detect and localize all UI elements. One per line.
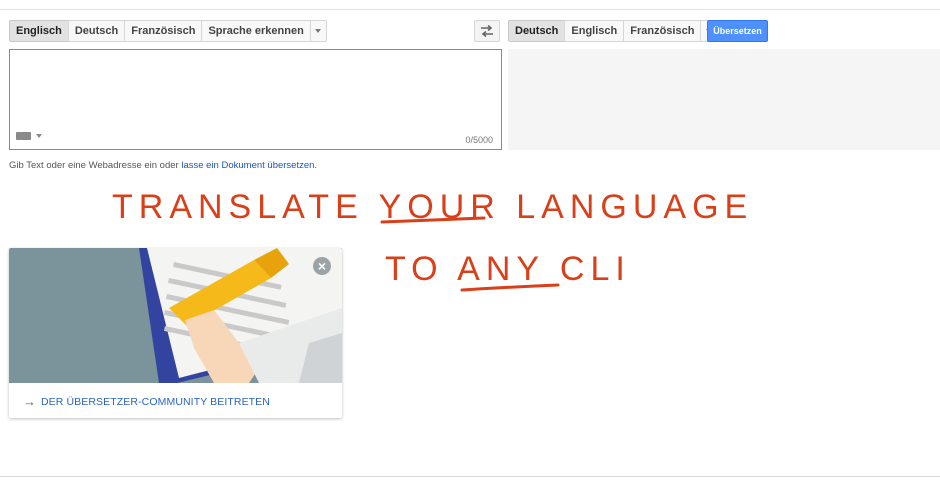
join-community-label: DER ÜBERSETZER-COMMUNITY BEITRETEN — [41, 395, 270, 408]
join-community-link[interactable]: → DER ÜBERSETZER-COMMUNITY BEITRETEN — [23, 394, 270, 409]
community-card: × → DER ÜBERSETZER-COMMUNITY BEITRETEN — [9, 248, 342, 418]
card-close-button[interactable]: × — [313, 257, 331, 275]
highlighter-illustration — [9, 248, 342, 383]
arrow-right-icon: → — [23, 394, 36, 409]
footer-divider — [0, 476, 940, 477]
close-icon: × — [317, 258, 327, 274]
annotation-line2: TO ANY CLI — [385, 250, 631, 288]
